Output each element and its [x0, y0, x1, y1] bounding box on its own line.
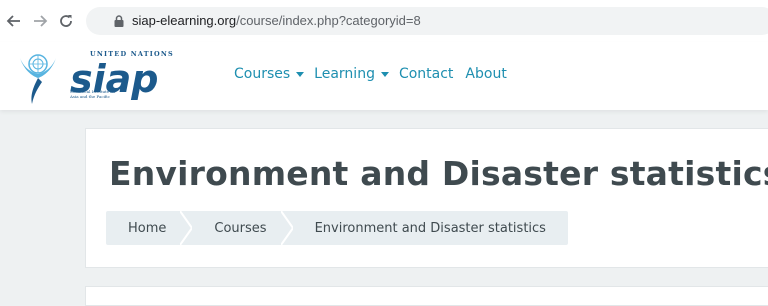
- nav-about-link[interactable]: About: [465, 66, 506, 82]
- siap-logo[interactable]: siap UNITED NATIONS Statistical Institut…: [16, 48, 176, 106]
- breadcrumb-separator-icon: [180, 211, 193, 245]
- breadcrumb-courses-link[interactable]: Courses: [192, 211, 280, 245]
- address-bar[interactable]: siap-elearning.org/course/index.php?cate…: [86, 7, 768, 35]
- nav-courses-label: Courses: [234, 66, 291, 82]
- caret-down-icon: [380, 71, 389, 77]
- page-header-card: Environment and Disaster statistics Home…: [85, 128, 768, 268]
- caret-down-icon: [296, 71, 305, 77]
- browser-toolbar: siap-elearning.org/course/index.php?cate…: [0, 0, 768, 42]
- arrow-left-icon: [6, 15, 20, 27]
- breadcrumb: Home Courses Environment and Disaster st…: [106, 211, 568, 245]
- nav-learning-dropdown[interactable]: Learning: [314, 66, 389, 82]
- page-title: Environment and Disaster statistics: [109, 154, 768, 193]
- url-text[interactable]: siap-elearning.org/course/index.php?cate…: [132, 12, 421, 30]
- url-path: /course/index.php?categoryid=8: [236, 13, 421, 28]
- reload-icon: [60, 15, 72, 27]
- nav-contact-link[interactable]: Contact: [399, 66, 453, 82]
- url-host: siap-elearning.org: [132, 13, 237, 28]
- logo-subtitle: Statistical Institute for Asia and the Pa…: [70, 89, 116, 99]
- site-header: siap UNITED NATIONS Statistical Institut…: [0, 42, 768, 110]
- forward-button[interactable]: [30, 11, 50, 31]
- breadcrumb-separator-icon: [280, 211, 293, 245]
- reload-button[interactable]: [56, 11, 76, 31]
- nav-courses-dropdown[interactable]: Courses: [234, 66, 305, 82]
- logo-united-nations-text: UNITED NATIONS: [90, 50, 174, 58]
- breadcrumb-current: Environment and Disaster statistics: [314, 220, 546, 236]
- breadcrumb-home-link[interactable]: Home: [106, 211, 180, 245]
- logo-subtitle-line-2: Asia and the Pacific: [70, 94, 110, 99]
- arrow-right-icon: [34, 15, 48, 27]
- back-button[interactable]: [4, 11, 24, 31]
- main-nav: Courses Learning Contact About: [234, 66, 517, 82]
- lock-icon: [114, 15, 124, 27]
- nav-learning-label: Learning: [314, 66, 375, 82]
- course-list-card: [85, 286, 768, 306]
